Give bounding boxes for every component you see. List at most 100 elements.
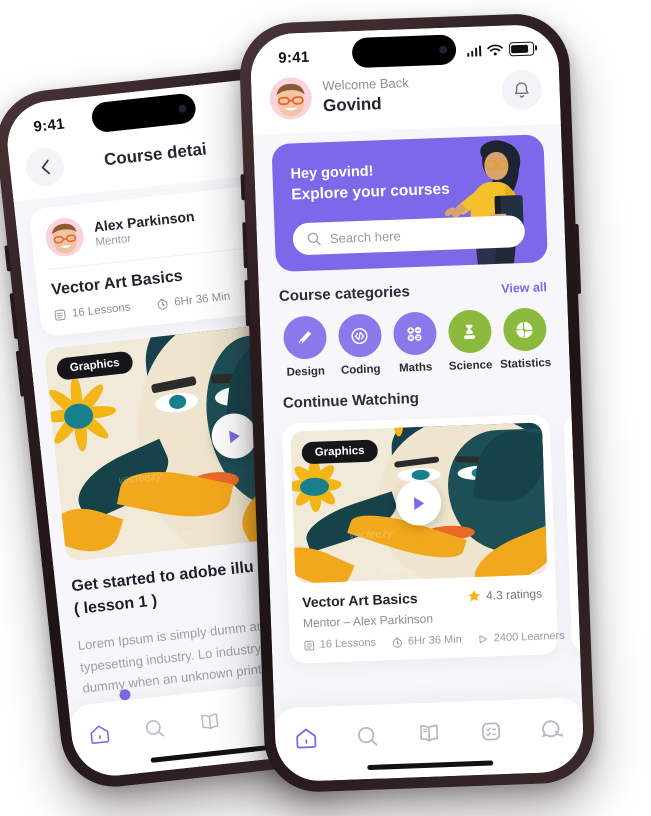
tab-home[interactable] [78,715,121,753]
meta-duration: 6Hr 36 Min [156,291,231,311]
code-glyph [351,327,368,344]
math-grid-icon [392,311,437,356]
tasks-icon [481,722,500,741]
phone-mute-button[interactable] [240,174,246,201]
tab-search[interactable] [347,718,388,753]
front-phone-screen: 9:41 Welcome Back Govind Hey govind! Exp… [249,23,585,783]
tab-library[interactable] [409,716,450,751]
pie-chart-icon [502,307,547,352]
course-card[interactable]: vecteezy vecteezy Graphics Vector Art Ba… [281,414,565,664]
phone-volume-down-button[interactable] [15,350,25,397]
play-icon [413,496,425,510]
continue-card-row[interactable]: vecteezy vecteezy Graphics Vector Art Ba… [263,401,585,664]
user-avatar[interactable] [268,76,313,121]
course-title-row: Grap [577,567,585,600]
page-title: Course detai [103,139,208,170]
phone-volume-up-button[interactable] [242,222,248,269]
course-card[interactable]: Gra Grap Mento — [563,407,586,654]
search-icon [307,232,321,246]
home-icon [90,725,110,745]
front-tab-bar [274,697,585,783]
status-indicators [466,41,535,58]
category-statistics[interactable]: Statistics [498,307,552,371]
cellular-bars-icon [466,44,482,57]
course-thumbnail[interactable]: vecteezy vecteezy Graphics [289,422,548,584]
phone-power-button[interactable] [574,223,582,295]
greeting-block: Welcome Back Govind [322,72,491,117]
pen-tool-glyph [298,330,312,345]
meta-lessons-label: 16 Lessons [319,636,377,651]
mentor-avatar [43,216,86,259]
pie-chart-glyph [516,321,533,338]
explore-banner: Hey govind! Explore your courses Search … [271,134,548,273]
category-label: Coding [340,363,381,377]
pen-tool-icon [282,315,327,360]
clock-icon [157,298,168,310]
category-chip: Gra [583,430,585,454]
view-all-link[interactable]: View all [501,280,547,296]
meta-duration: 6Hr 36 Min [392,634,462,649]
status-time: 9:41 [277,48,310,67]
tab-home[interactable] [285,721,326,756]
course-meta-row: — [579,614,585,641]
screenshot-stage: 9:41 Course detai Alex Parkinson Mentor … [0,0,651,816]
back-button[interactable] [24,145,66,188]
category-science[interactable]: Science [443,309,497,373]
home-scroll-body[interactable]: Hey govind! Explore your courses Search … [253,124,585,783]
tab-search[interactable] [133,709,176,747]
category-design[interactable]: Design [278,315,332,379]
meta-lessons-label: 16 Lessons [71,301,132,320]
course-thumbnail[interactable]: Gra [571,415,585,574]
tab-chat[interactable] [532,712,573,747]
avatar-illustration [45,218,84,257]
meta-duration-label: 6Hr 36 Min [173,290,231,309]
microscope-icon [447,309,492,354]
desk-photo-illustration [571,415,585,574]
course-rating: 4.3 ratings [467,586,543,604]
notification-button[interactable] [500,69,543,111]
meta-lessons: 16 Lessons [54,301,132,321]
meta-learners-label: 2400 Learners [493,629,565,645]
search-icon [146,720,165,737]
lessons-icon [304,640,315,651]
category-list: Design Coding Maths Science Statistics [259,294,570,379]
phone-volume-down-button[interactable] [244,280,251,327]
math-grid-glyph [407,326,422,341]
status-time: 9:41 [32,115,66,136]
dynamic-island [351,34,457,69]
front-camera-icon [438,45,448,54]
home-icon [296,728,317,749]
meta-lessons: 16 Lessons [304,636,377,652]
tab-tasks[interactable] [470,714,511,749]
bell-icon [514,81,529,98]
star-icon [468,590,480,602]
category-chip: Graphics [301,439,378,465]
play-icon [229,430,240,443]
lesson-title-line1: Get started to adobe illu [70,558,255,596]
category-maths[interactable]: Maths [388,311,442,375]
phone-mute-button[interactable] [4,245,12,272]
book-icon [419,724,439,742]
avatar-illustration [269,77,312,120]
rating-label: 4.3 ratings [485,586,543,603]
phone-volume-up-button[interactable] [9,292,19,340]
search-icon [358,726,378,746]
category-coding[interactable]: Coding [333,313,387,377]
meta-learners: 2400 Learners [478,630,565,645]
lessons-icon [54,309,66,321]
tab-library[interactable] [188,703,231,741]
category-label: Statistics [499,357,552,371]
chat-icon [542,720,564,738]
course-mentor: Mento [578,594,586,620]
front-camera-icon [178,104,187,114]
dynamic-island [90,92,198,134]
battery-icon [508,41,535,57]
learners-icon [479,634,487,643]
meta-duration-label: 6Hr 36 Min [407,633,462,648]
category-label: Design [286,365,326,379]
wifi-icon [487,44,503,56]
category-label: Maths [398,361,433,375]
code-icon [337,313,382,358]
chevron-left-icon [41,159,50,174]
category-label: Science [448,359,493,373]
